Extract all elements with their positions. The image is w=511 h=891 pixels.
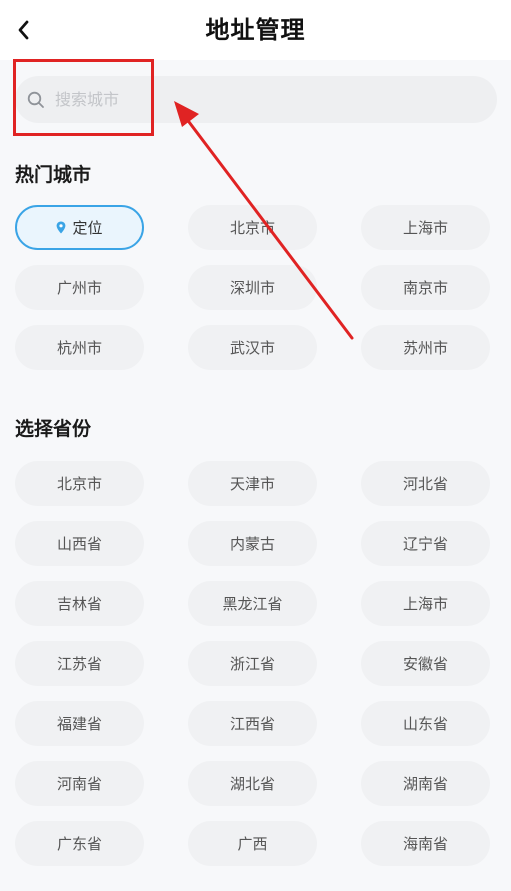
province-chip[interactable]: 广东省 xyxy=(15,821,144,866)
annotation-highlight-box xyxy=(13,59,154,136)
city-chip[interactable]: 上海市 xyxy=(361,205,490,250)
province-chip[interactable]: 浙江省 xyxy=(188,641,317,686)
province-chip[interactable]: 湖北省 xyxy=(188,761,317,806)
page-title: 地址管理 xyxy=(205,16,306,44)
city-chip[interactable]: 南京市 xyxy=(361,265,490,310)
province-chip[interactable]: 辽宁省 xyxy=(361,521,490,566)
province-chip[interactable]: 广西 xyxy=(188,821,317,866)
province-chip[interactable]: 天津市 xyxy=(188,461,317,506)
province-chip[interactable]: 黑龙江省 xyxy=(188,581,317,626)
locate-label: 定位 xyxy=(72,219,103,237)
province-chip[interactable]: 北京市 xyxy=(15,461,144,506)
province-chip[interactable]: 江苏省 xyxy=(15,641,144,686)
province-chip[interactable]: 海南省 xyxy=(361,821,490,866)
city-chip[interactable]: 北京市 xyxy=(188,205,317,250)
hot-cities-grid: 定位 北京市 上海市 广州市 深圳市 南京市 杭州市 武汉市 苏州市 xyxy=(15,205,490,370)
city-chip[interactable]: 苏州市 xyxy=(361,325,490,370)
province-chip[interactable]: 河北省 xyxy=(361,461,490,506)
province-chip[interactable]: 湖南省 xyxy=(361,761,490,806)
location-pin-icon xyxy=(57,221,66,234)
province-chip[interactable]: 江西省 xyxy=(188,701,317,746)
province-chip[interactable]: 福建省 xyxy=(15,701,144,746)
province-chip[interactable]: 山东省 xyxy=(361,701,490,746)
province-chip[interactable]: 吉林省 xyxy=(15,581,144,626)
city-chip[interactable]: 杭州市 xyxy=(15,325,144,370)
provinces-grid: 北京市 天津市 河北省 山西省 内蒙古 辽宁省 吉林省 黑龙江省 上海市 江苏省… xyxy=(15,461,490,866)
province-chip[interactable]: 安徽省 xyxy=(361,641,490,686)
city-chip[interactable]: 深圳市 xyxy=(188,265,317,310)
hot-cities-heading: 热门城市 xyxy=(15,164,92,186)
locate-button[interactable]: 定位 xyxy=(15,205,144,250)
city-chip[interactable]: 武汉市 xyxy=(188,325,317,370)
province-chip[interactable]: 河南省 xyxy=(15,761,144,806)
province-chip[interactable]: 内蒙古 xyxy=(188,521,317,566)
provinces-heading: 选择省份 xyxy=(15,418,92,440)
province-chip[interactable]: 山西省 xyxy=(15,521,144,566)
province-chip[interactable]: 上海市 xyxy=(361,581,490,626)
header-bar: 地址管理 xyxy=(0,0,511,60)
city-chip[interactable]: 广州市 xyxy=(15,265,144,310)
